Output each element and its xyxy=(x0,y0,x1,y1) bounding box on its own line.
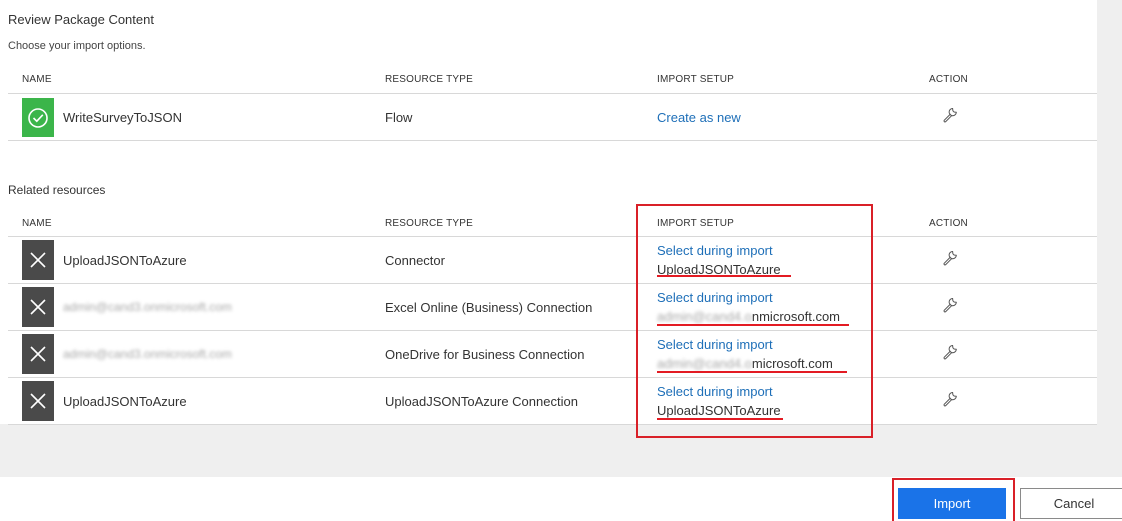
resource-type: OneDrive for Business Connection xyxy=(385,347,585,362)
resource-type: Excel Online (Business) Connection xyxy=(385,300,593,315)
wrench-icon[interactable] xyxy=(942,391,958,412)
close-icon xyxy=(22,381,54,421)
resource-type: UploadJSONToAzure Connection xyxy=(385,394,578,409)
import-setup-link[interactable]: Create as new xyxy=(657,110,741,125)
divider xyxy=(8,140,1097,141)
check-circle-icon xyxy=(22,98,54,137)
page-title: Review Package Content xyxy=(8,12,154,27)
related-row: UploadJSONToAzure Connector Select durin… xyxy=(8,237,1097,283)
close-icon xyxy=(22,287,54,327)
import-setup-highlight-box xyxy=(636,204,873,438)
column-header-name: NAME xyxy=(22,218,52,229)
wrench-icon[interactable] xyxy=(942,107,958,128)
column-header-name: NAME xyxy=(22,74,52,85)
wrench-icon[interactable] xyxy=(942,297,958,318)
wrench-icon[interactable] xyxy=(942,344,958,365)
column-header-import-setup: IMPORT SETUP xyxy=(657,74,735,85)
column-header-resource-type: RESOURCE TYPE xyxy=(385,74,473,85)
resource-name: UploadJSONToAzure xyxy=(63,394,187,409)
bottom-background xyxy=(0,424,1122,477)
right-background xyxy=(1097,0,1122,477)
related-row: admin@cand3.onmicrosoft.com Excel Online… xyxy=(8,284,1097,330)
column-header-action: ACTION xyxy=(929,218,968,229)
page-subtitle: Choose your import options. xyxy=(8,40,146,52)
cancel-button[interactable]: Cancel xyxy=(1020,488,1122,519)
close-icon xyxy=(22,334,54,374)
related-row: UploadJSONToAzure UploadJSONToAzure Conn… xyxy=(8,378,1097,424)
resource-name: WriteSurveyToJSON xyxy=(63,110,182,125)
resource-type: Connector xyxy=(385,253,445,268)
resource-name: admin@cand3.onmicrosoft.com xyxy=(63,347,232,361)
related-row: admin@cand3.onmicrosoft.com OneDrive for… xyxy=(8,331,1097,377)
resource-name: UploadJSONToAzure xyxy=(63,253,187,268)
main-resource-row: WriteSurveyToJSON Flow Create as new xyxy=(8,94,1097,140)
wrench-icon[interactable] xyxy=(942,250,958,271)
column-header-resource-type: RESOURCE TYPE xyxy=(385,218,473,229)
close-icon xyxy=(22,240,54,280)
divider xyxy=(8,424,1097,425)
column-header-action: ACTION xyxy=(929,74,968,85)
resource-type: Flow xyxy=(385,110,413,125)
import-button[interactable]: Import xyxy=(898,488,1006,519)
resource-name: admin@cand3.onmicrosoft.com xyxy=(63,300,232,314)
related-resources-label: Related resources xyxy=(8,183,106,197)
